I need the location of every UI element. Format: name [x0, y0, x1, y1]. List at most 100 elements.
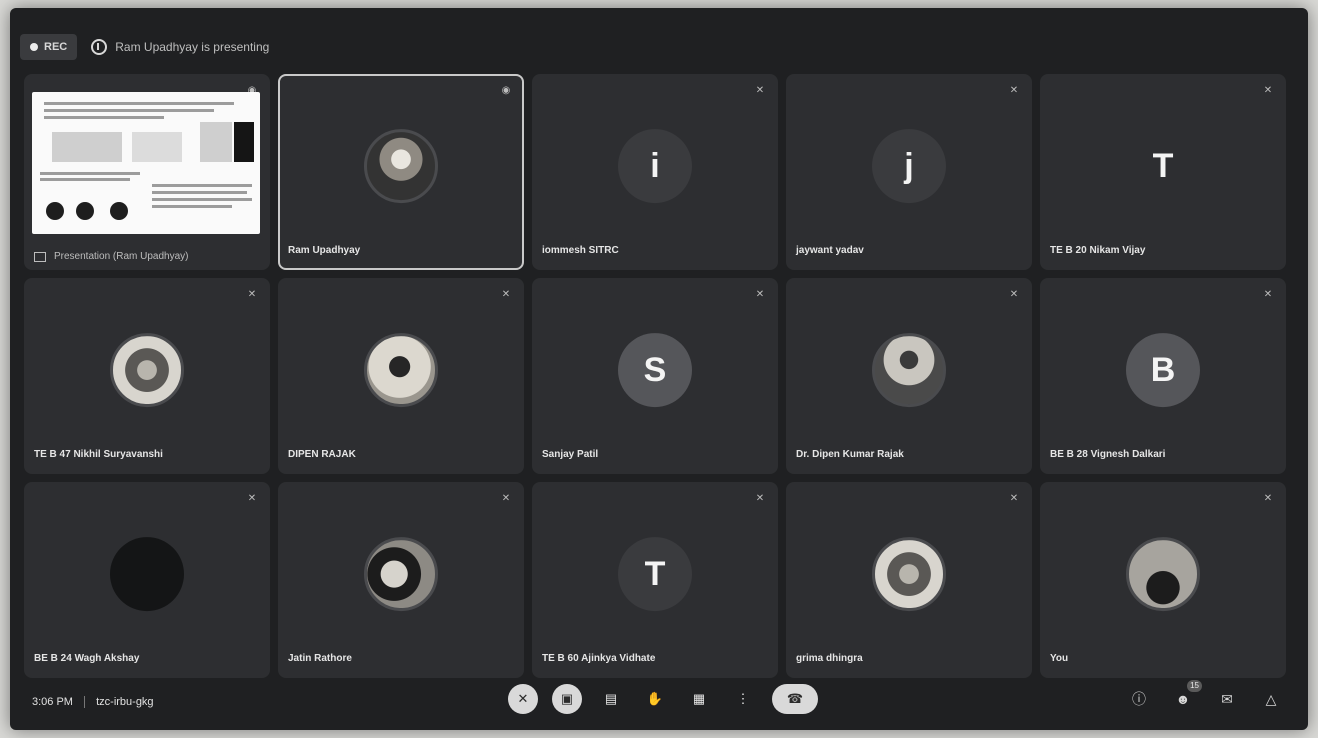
avatar [110, 537, 184, 612]
side-panel-controls: ⓘ ☻ 15 ✉ △ [1128, 680, 1282, 710]
mic-off-icon [246, 492, 258, 504]
present-button[interactable]: ▦ [684, 684, 714, 714]
participant-name: BE B 24 Wagh Akshay [34, 653, 140, 664]
presentation-tile[interactable]: Presentation (Ram Upadhyay) [24, 74, 270, 270]
avatar: B [1126, 333, 1200, 408]
end-call-button[interactable]: ☎ [772, 684, 818, 714]
mic-off-icon [1008, 492, 1020, 504]
mic-off-icon: ✕ [517, 691, 529, 706]
participant-tile[interactable]: B BE B 28 Vignesh Dalkari [1040, 278, 1286, 474]
mic-off-icon [246, 288, 258, 300]
participants-button[interactable]: ☻ 15 [1172, 680, 1202, 710]
mic-off-icon [754, 84, 766, 96]
participant-count-badge: 15 [1187, 680, 1202, 692]
participant-tile[interactable]: TE B 47 Nikhil Suryavanshi [24, 278, 270, 474]
avatar: j [872, 129, 946, 204]
activities-icon: △ [1265, 691, 1277, 707]
end-call-icon: ☎ [786, 691, 804, 706]
mic-off-icon [500, 492, 512, 504]
mic-off-icon [1262, 492, 1274, 504]
meet-window: REC Ram Upadhyay is presenting ◉ Present… [10, 8, 1308, 730]
presentation-label: Presentation (Ram Upadhyay) [34, 251, 189, 262]
mic-off-icon [754, 492, 766, 504]
participant-grid: Presentation (Ram Upadhyay) Ram Upadhyay… [24, 74, 1286, 678]
participant-tile[interactable]: Jatin Rathore [278, 482, 524, 678]
chat-icon: ✉ [1221, 691, 1233, 707]
meeting-info: 3:06 PM tzc-irbu-gkg [32, 696, 154, 709]
captions-button[interactable]: ▤ [596, 684, 626, 714]
info-icon: ⓘ [1132, 691, 1146, 707]
mic-off-icon [1008, 288, 1020, 300]
top-bar: REC Ram Upadhyay is presenting [20, 32, 1290, 62]
avatar: S [618, 333, 692, 408]
participant-tile[interactable]: T TE B 60 Ajinkya Vidhate [532, 482, 778, 678]
avatar [872, 333, 946, 408]
avatar [1126, 537, 1200, 612]
call-controls: ✕ ▣ ▤ ✋ ▦ ⋮ ☎ [508, 684, 818, 714]
participant-tile[interactable]: Dr. Dipen Kumar Rajak [786, 278, 1032, 474]
avatar [110, 333, 184, 408]
avatar [872, 537, 946, 612]
chat-button[interactable]: ✉ [1216, 688, 1238, 710]
raise-hand-button[interactable]: ✋ [640, 684, 670, 714]
avatar: T [1152, 146, 1174, 185]
mic-off-icon [500, 288, 512, 300]
participant-tile[interactable]: j jaywant yadav [786, 74, 1032, 270]
participant-name: TE B 47 Nikhil Suryavanshi [34, 449, 163, 460]
recording-label: REC [44, 41, 68, 53]
mic-off-icon [1262, 288, 1274, 300]
participant-name: BE B 28 Vignesh Dalkari [1050, 449, 1166, 460]
mic-off-icon [1262, 84, 1274, 96]
mic-off-icon [754, 288, 766, 300]
participant-tile[interactable]: i iommesh SITRC [532, 74, 778, 270]
participant-tile[interactable]: BE B 24 Wagh Akshay [24, 482, 270, 678]
divider [84, 696, 86, 709]
meeting-details-button[interactable]: ⓘ [1128, 688, 1150, 710]
participant-name: Sanjay Patil [542, 449, 599, 460]
clock-time: 3:06 PM [32, 696, 73, 708]
participant-tile[interactable]: DIPEN RAJAK [278, 278, 524, 474]
participant-name: Ram Upadhyay [288, 245, 361, 256]
participant-name: You [1050, 653, 1069, 664]
avatar: T [618, 537, 692, 612]
mic-off-icon [1008, 84, 1020, 96]
presenting-indicator: Ram Upadhyay is presenting [91, 39, 269, 55]
participant-tile[interactable]: T TE B 20 Nikam Vijay [1040, 74, 1286, 270]
present-icon: ▦ [692, 691, 706, 706]
participant-name: jaywant yadav [796, 245, 864, 256]
participant-name: Jatin Rathore [288, 653, 352, 664]
participant-tile[interactable]: grima dhingra [786, 482, 1032, 678]
presentation-label-text: Presentation (Ram Upadhyay) [54, 251, 189, 262]
speaking-icon [500, 84, 512, 96]
participant-name: TE B 60 Ajinkya Vidhate [542, 653, 656, 664]
participant-name: grima dhingra [796, 653, 863, 664]
recording-dot-icon [30, 43, 38, 51]
participant-name: Dr. Dipen Kumar Rajak [796, 449, 904, 460]
bottom-bar: 3:06 PM tzc-irbu-gkg ✕ ▣ ▤ ✋ ▦ ⋮ ☎ ⓘ ☻ 1… [20, 680, 1298, 724]
presenting-icon [91, 39, 108, 55]
mic-toggle-button[interactable]: ✕ [508, 684, 538, 714]
presenting-text: Ram Upadhyay is presenting [115, 40, 270, 54]
participant-name: DIPEN RAJAK [288, 449, 356, 460]
participant-tile[interactable]: Ram Upadhyay [278, 74, 524, 270]
avatar [364, 537, 438, 612]
meeting-code: tzc-irbu-gkg [96, 696, 154, 708]
avatar [364, 129, 438, 204]
camera-off-icon: ▣ [560, 691, 574, 706]
more-options-icon: ⋮ [736, 691, 750, 706]
camera-toggle-button[interactable]: ▣ [552, 684, 582, 714]
recording-badge: REC [20, 34, 78, 60]
shared-slide [32, 92, 260, 234]
avatar: i [618, 129, 692, 204]
avatar [364, 333, 438, 408]
participant-name: TE B 20 Nikam Vijay [1050, 245, 1146, 256]
participant-tile-self[interactable]: You [1040, 482, 1286, 678]
more-options-button[interactable]: ⋮ [728, 684, 758, 714]
activities-button[interactable]: △ [1260, 688, 1282, 710]
participant-name: iommesh SITRC [542, 245, 619, 256]
present-screen-icon [34, 251, 46, 262]
captions-icon: ▤ [604, 691, 618, 706]
raise-hand-icon: ✋ [646, 691, 664, 706]
people-icon: ☻ [1175, 691, 1191, 707]
participant-tile[interactable]: S Sanjay Patil [532, 278, 778, 474]
